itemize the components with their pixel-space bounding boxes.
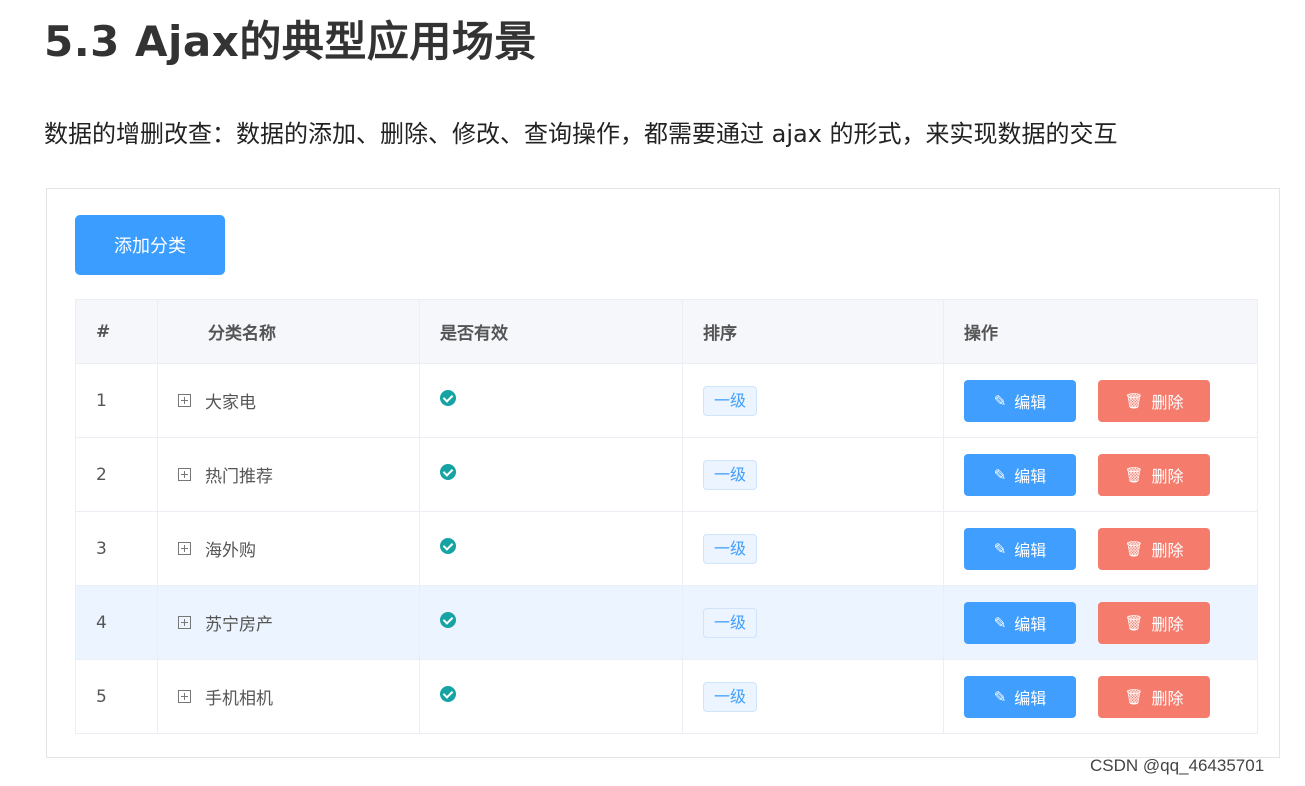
delete-button[interactable]: 🗑 删除: [1098, 527, 1210, 570]
delete-label: 删除: [1151, 392, 1184, 412]
delete-button[interactable]: 🗑 删除: [1098, 675, 1210, 718]
category-name: 大家电: [205, 393, 256, 413]
header-category-name: 分类名称: [157, 299, 420, 364]
table-row: 5 手机相机 一级 ✎ 编辑 🗑 删除: [75, 659, 1258, 734]
edit-label: 编辑: [1014, 466, 1047, 486]
plus-square-icon[interactable]: [178, 690, 191, 703]
pencil-icon: ✎: [993, 465, 1007, 484]
edit-button[interactable]: ✎ 编辑: [964, 601, 1076, 644]
row-index: 2: [75, 437, 158, 512]
edit-button[interactable]: ✎ 编辑: [964, 675, 1076, 718]
pencil-icon: ✎: [993, 539, 1007, 558]
level-tag: 一级: [703, 533, 758, 564]
edit-label: 编辑: [1014, 614, 1047, 634]
table-row: 4 苏宁房产 一级 ✎ 编辑 🗑 删除: [75, 585, 1258, 660]
check-circle-icon: [440, 538, 456, 554]
category-name: 手机相机: [205, 689, 273, 709]
row-index: 4: [75, 585, 158, 660]
watermark: CSDN @qq_46435701: [1090, 756, 1265, 775]
pencil-icon: ✎: [993, 687, 1007, 706]
trash-icon: 🗑: [1124, 539, 1144, 558]
edit-label: 编辑: [1014, 688, 1047, 708]
check-circle-icon: [440, 464, 456, 480]
table-row: 1 大家电 一级 ✎ 编辑 🗑 删除: [75, 363, 1258, 438]
category-name: 苏宁房产: [205, 615, 273, 635]
add-category-button[interactable]: 添加分类: [75, 215, 225, 275]
edit-label: 编辑: [1014, 540, 1047, 560]
check-circle-icon: [440, 612, 456, 628]
trash-icon: 🗑: [1124, 687, 1144, 706]
pencil-icon: ✎: [993, 391, 1007, 410]
delete-button[interactable]: 🗑 删除: [1098, 379, 1210, 422]
table-row: 2 热门推荐 一级 ✎ 编辑 🗑 删除: [75, 437, 1258, 512]
delete-label: 删除: [1151, 466, 1184, 486]
trash-icon: 🗑: [1124, 613, 1144, 632]
edit-button[interactable]: ✎ 编辑: [964, 379, 1076, 422]
delete-button[interactable]: 🗑 删除: [1098, 453, 1210, 496]
level-tag: 一级: [703, 607, 758, 638]
category-name: 热门推荐: [205, 467, 273, 487]
delete-button[interactable]: 🗑 删除: [1098, 601, 1210, 644]
edit-button[interactable]: ✎ 编辑: [964, 453, 1076, 496]
delete-label: 删除: [1151, 614, 1184, 634]
delete-label: 删除: [1151, 540, 1184, 560]
header-valid: 是否有效: [419, 299, 683, 364]
table-row: 3 海外购 一级 ✎ 编辑 🗑 删除: [75, 511, 1258, 586]
header-operations: 操作: [943, 299, 1258, 364]
check-circle-icon: [440, 686, 456, 702]
row-index: 3: [75, 511, 158, 586]
header-sort: 排序: [682, 299, 944, 364]
trash-icon: 🗑: [1124, 465, 1144, 484]
category-panel: 添加分类 # 分类名称 是否有效 排序 操作 1 大家电 一级 ✎ 编辑 🗑 删…: [46, 188, 1280, 758]
row-index: 5: [75, 659, 158, 734]
plus-square-icon[interactable]: [178, 542, 191, 555]
plus-square-icon[interactable]: [178, 468, 191, 481]
delete-label: 删除: [1151, 688, 1184, 708]
plus-square-icon[interactable]: [178, 394, 191, 407]
table-header-row: # 分类名称 是否有效 排序 操作: [75, 299, 1258, 364]
level-tag: 一级: [703, 385, 758, 416]
level-tag: 一级: [703, 459, 758, 490]
trash-icon: 🗑: [1124, 391, 1144, 410]
edit-label: 编辑: [1014, 392, 1047, 412]
category-table: # 分类名称 是否有效 排序 操作 1 大家电 一级 ✎ 编辑 🗑 删除 2 热门推荐…: [75, 299, 1258, 734]
level-tag: 一级: [703, 681, 758, 712]
category-name: 海外购: [205, 541, 256, 561]
check-circle-icon: [440, 390, 456, 406]
pencil-icon: ✎: [993, 613, 1007, 632]
edit-button[interactable]: ✎ 编辑: [964, 527, 1076, 570]
row-index: 1: [75, 363, 158, 438]
description-text: 数据的增删改查：数据的添加、删除、修改、查询操作，都需要通过 ajax 的形式，…: [44, 120, 1118, 148]
header-index: #: [75, 299, 158, 364]
plus-square-icon[interactable]: [178, 616, 191, 629]
page-title: 5.3 Ajax的典型应用场景: [44, 17, 537, 66]
